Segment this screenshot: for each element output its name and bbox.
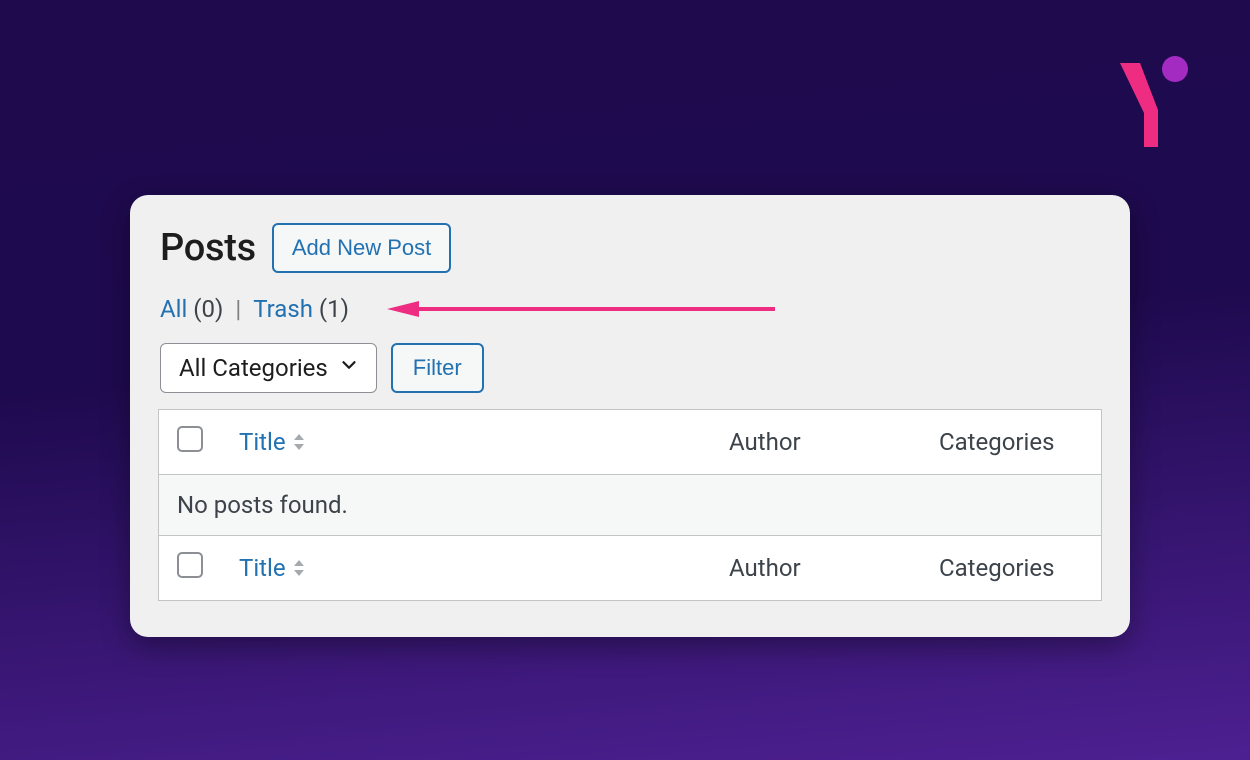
column-categories-label: Categories (921, 410, 1102, 475)
status-filter-bar: All (0) | Trash (1) (158, 295, 1102, 323)
filter-trash-link[interactable]: Trash (253, 295, 313, 323)
category-select[interactable]: All Categories (160, 343, 377, 393)
empty-message: No posts found. (159, 475, 1102, 536)
annotation-arrow-icon (375, 299, 775, 319)
table-header-row: Title Author Categories (159, 410, 1102, 475)
filter-separator: | (235, 295, 241, 323)
empty-state-row: No posts found. (159, 475, 1102, 536)
filter-all-link[interactable]: All (160, 295, 187, 323)
posts-admin-panel: Posts Add New Post All (0) | Trash (1) A… (130, 195, 1130, 637)
column-title-label: Title (239, 428, 286, 456)
chevron-down-icon (338, 354, 360, 382)
table-controls: All Categories Filter (158, 343, 1102, 393)
column-title-label-footer: Title (239, 554, 286, 582)
page-title: Posts (160, 226, 256, 270)
column-title-sort-footer[interactable]: Title (239, 554, 306, 582)
brand-logo (1110, 55, 1190, 155)
posts-table: Title Author Categories No posts found. (158, 409, 1102, 601)
sort-icon (292, 433, 306, 451)
column-categories-label-footer: Categories (921, 536, 1102, 601)
select-all-checkbox-footer[interactable] (177, 552, 203, 578)
sort-icon (292, 559, 306, 577)
column-title-sort[interactable]: Title (239, 428, 306, 456)
column-author-label-footer: Author (711, 536, 921, 601)
filter-trash-count: (1) (319, 295, 349, 323)
filter-button[interactable]: Filter (391, 343, 484, 393)
category-select-value: All Categories (179, 354, 328, 382)
column-author-label: Author (711, 410, 921, 475)
add-new-post-button[interactable]: Add New Post (272, 223, 451, 273)
table-footer-row: Title Author Categories (159, 536, 1102, 601)
filter-all-count: (0) (193, 295, 223, 323)
page-header: Posts Add New Post (158, 223, 1102, 273)
select-all-checkbox[interactable] (177, 426, 203, 452)
